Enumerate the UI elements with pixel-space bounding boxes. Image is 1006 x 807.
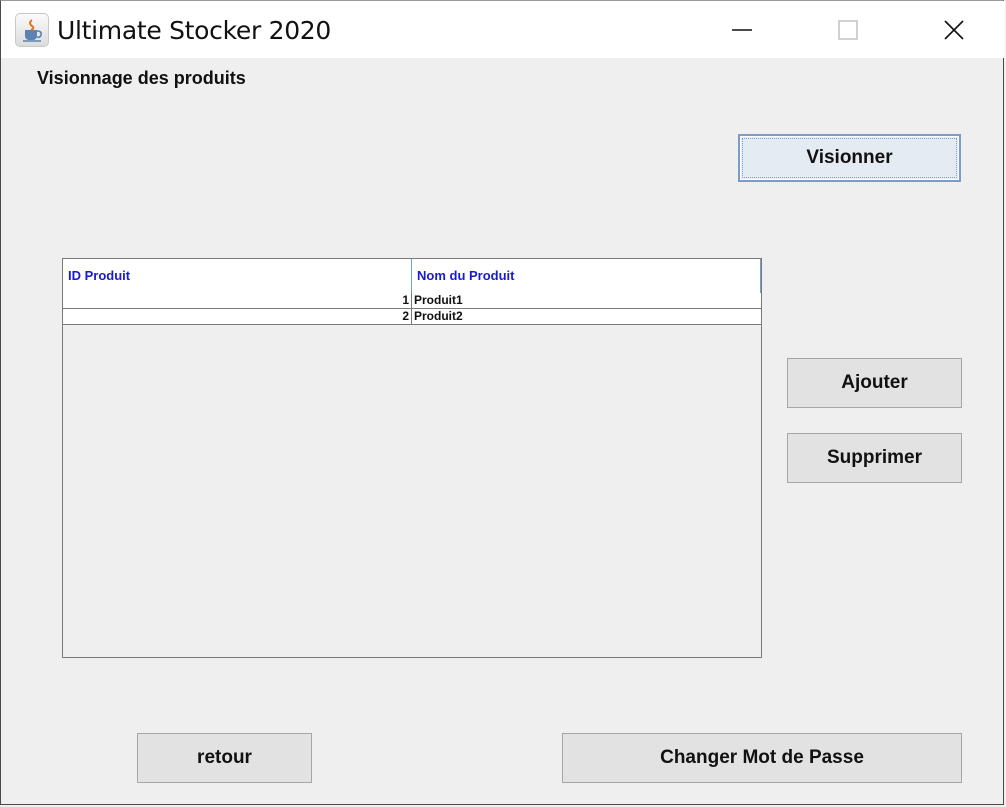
minimize-icon [732, 28, 752, 31]
maximize-button[interactable] [795, 1, 901, 58]
cell-name[interactable]: Produit1 [412, 293, 761, 308]
cell-name[interactable]: Produit2 [412, 309, 761, 324]
products-table[interactable]: ID Produit Nom du Produit 1 Produit1 2 P… [62, 258, 762, 658]
table-header: ID Produit Nom du Produit [63, 259, 761, 294]
table-row[interactable]: 1 Produit1 [63, 293, 761, 309]
page-title: Visionnage des produits [37, 68, 246, 88]
visionner-button[interactable]: Visionner [738, 134, 961, 182]
close-icon [944, 19, 964, 40]
window-title: Ultimate Stocker 2020 [57, 16, 332, 45]
java-cup-icon [15, 13, 49, 47]
app-window: Ultimate Stocker 2020 Visionnage des pro… [0, 0, 1005, 805]
change-password-button[interactable]: Changer Mot de Passe [562, 733, 962, 783]
cell-id[interactable]: 2 [63, 309, 412, 324]
column-header-id[interactable]: ID Produit [63, 259, 412, 293]
maximize-icon [838, 19, 858, 40]
close-button[interactable] [901, 1, 1006, 58]
column-header-name[interactable]: Nom du Produit [412, 259, 761, 293]
table-row[interactable]: 2 Produit2 [63, 309, 761, 325]
title-bar[interactable]: Ultimate Stocker 2020 [1, 1, 1005, 58]
supprimer-button[interactable]: Supprimer [787, 433, 962, 483]
minimize-button[interactable] [689, 1, 795, 58]
cell-id[interactable]: 1 [63, 293, 412, 308]
ajouter-button[interactable]: Ajouter [787, 358, 962, 408]
retour-button[interactable]: retour [137, 733, 312, 783]
